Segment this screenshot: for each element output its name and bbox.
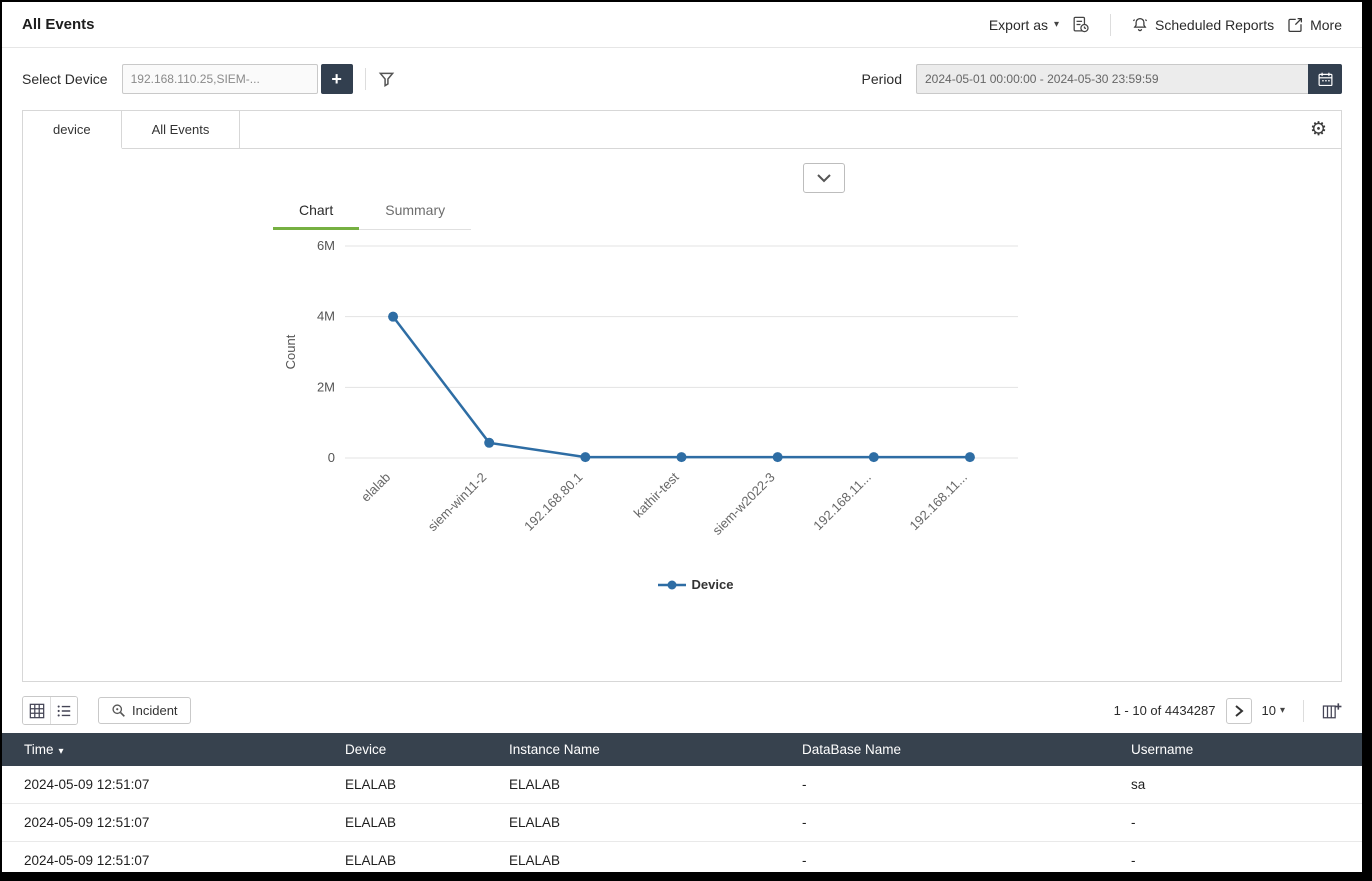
table-cell: 2024-05-09 12:51:07 [2, 804, 329, 842]
svg-text:192.168.11...: 192.168.11... [810, 470, 874, 534]
calendar-icon [1317, 71, 1334, 88]
export-as-label: Export as [989, 17, 1048, 33]
table-row[interactable]: 2024-05-09 12:51:07ELALABELALAB-- [2, 842, 1362, 873]
scheduled-reports-button[interactable]: Scheduled Reports [1131, 16, 1274, 34]
chart-area: Chart Summary 0 2M 4M 6M Count elalab siem-win… [273, 193, 1118, 592]
period-label: Period [862, 71, 902, 87]
add-column-icon[interactable] [1322, 702, 1342, 720]
export-as-button[interactable]: Export as ▾ [989, 17, 1059, 33]
legend-marker-icon [658, 580, 686, 590]
column-header-username[interactable]: Username [1115, 733, 1362, 766]
grid-view-icon[interactable] [23, 697, 50, 724]
chevron-right-icon [1233, 704, 1245, 718]
table-cell: 2024-05-09 12:51:07 [2, 766, 329, 804]
scheduled-reports-label: Scheduled Reports [1155, 17, 1274, 33]
table-row[interactable]: 2024-05-09 12:51:07ELALABELALAB-- [2, 804, 1362, 842]
filter-row: Select Device + Period [2, 48, 1362, 104]
gear-icon[interactable]: ⚙ [1310, 120, 1327, 139]
more-label: More [1310, 17, 1342, 33]
table-cell: ELALAB [493, 842, 786, 873]
select-device-input[interactable] [122, 64, 318, 94]
filter-funnel-icon[interactable] [378, 71, 395, 88]
panel-tab-bar: device All Events ⚙ [23, 111, 1341, 149]
svg-text:4M: 4M [317, 309, 335, 324]
table-body: 2024-05-09 12:51:07ELALABELALAB-sa2024-0… [2, 766, 1362, 872]
period-input[interactable] [916, 64, 1308, 94]
chevron-down-icon: ▾ [1280, 705, 1285, 716]
page-size-select[interactable]: 10 ▾ [1262, 703, 1286, 718]
svg-text:192.168.80.1: 192.168.80.1 [521, 470, 585, 534]
page-size-value: 10 [1262, 703, 1276, 718]
incident-label: Incident [132, 703, 178, 718]
table-cell: ELALAB [493, 804, 786, 842]
svg-text:elalab: elalab [358, 470, 393, 505]
table-row[interactable]: 2024-05-09 12:51:07ELALABELALAB-sa [2, 766, 1362, 804]
more-button[interactable]: More [1286, 16, 1342, 34]
column-header-database-name[interactable]: DataBase Name [786, 733, 1115, 766]
table-cell: - [1115, 804, 1362, 842]
legend-label: Device [692, 577, 734, 592]
events-table: Time▾DeviceInstance NameDataBase NameUse… [2, 733, 1362, 872]
pagination: 1 - 10 of 4434287 10 ▾ [1114, 698, 1342, 724]
top-bar: All Events Export as ▾ [2, 2, 1362, 48]
svg-text:6M: 6M [317, 238, 335, 253]
tab-summary[interactable]: Summary [359, 193, 471, 229]
select-device-label: Select Device [22, 71, 108, 87]
chevron-down-icon: ▾ [1054, 19, 1059, 30]
tab-chart[interactable]: Chart [273, 193, 359, 229]
collapse-chart-button[interactable] [803, 163, 845, 193]
svg-text:Count: Count [283, 334, 298, 369]
report-panel: device All Events ⚙ Chart Summary 0 2M 4M 6… [22, 110, 1342, 682]
calendar-button[interactable] [1308, 64, 1342, 94]
incident-search-icon [111, 703, 126, 718]
more-icon [1286, 16, 1304, 34]
view-toggle [22, 696, 78, 725]
table-toolbar: Incident 1 - 10 of 4434287 10 ▾ [2, 682, 1362, 733]
table-cell: - [786, 766, 1115, 804]
next-page-button[interactable] [1226, 698, 1252, 724]
divider [1110, 14, 1111, 36]
table-cell: sa [1115, 766, 1362, 804]
bell-icon [1131, 16, 1149, 34]
table-cell: ELALAB [329, 766, 493, 804]
chevron-down-icon [816, 173, 832, 183]
svg-text:192.168.11...: 192.168.11... [906, 470, 970, 534]
report-history-icon[interactable] [1071, 15, 1090, 34]
pagination-text: 1 - 10 of 4434287 [1114, 703, 1216, 718]
divider [365, 68, 366, 90]
table-cell: 2024-05-09 12:51:07 [2, 842, 329, 873]
list-view-icon[interactable] [50, 697, 77, 724]
svg-text:0: 0 [328, 450, 335, 465]
column-header-instance-name[interactable]: Instance Name [493, 733, 786, 766]
table-cell: ELALAB [329, 804, 493, 842]
topbar-actions: Export as ▾ [989, 14, 1342, 36]
chart-tab-bar: Chart Summary [273, 193, 471, 230]
add-device-button[interactable]: + [321, 64, 353, 94]
page-title: All Events [22, 16, 95, 33]
table-cell: - [786, 842, 1115, 873]
divider [1303, 700, 1304, 722]
tab-device[interactable]: device [23, 111, 122, 149]
column-header-device[interactable]: Device [329, 733, 493, 766]
table-header-row: Time▾DeviceInstance NameDataBase NameUse… [2, 733, 1362, 766]
table-cell: ELALAB [493, 766, 786, 804]
table-cell: - [786, 804, 1115, 842]
chart-legend[interactable]: Device [273, 577, 1118, 592]
sort-caret-icon[interactable]: ▾ [59, 746, 64, 757]
page: All Events Export as ▾ [2, 2, 1362, 872]
table-cell: - [1115, 842, 1362, 873]
svg-text:siem-win11-2: siem-win11-2 [425, 470, 490, 535]
svg-text:siem-w2022-3: siem-w2022-3 [709, 470, 777, 538]
table-cell: ELALAB [329, 842, 493, 873]
svg-text:kathir-test: kathir-test [631, 469, 682, 520]
incident-button[interactable]: Incident [98, 697, 191, 724]
period-group: Period [862, 64, 1342, 94]
column-header-time[interactable]: Time▾ [2, 733, 329, 766]
device-count-chart[interactable]: 0 2M 4M 6M Count elalab siem-win11-2 192.168.80… [273, 230, 1118, 575]
tab-all-events[interactable]: All Events [122, 111, 241, 148]
svg-text:2M: 2M [317, 379, 335, 394]
